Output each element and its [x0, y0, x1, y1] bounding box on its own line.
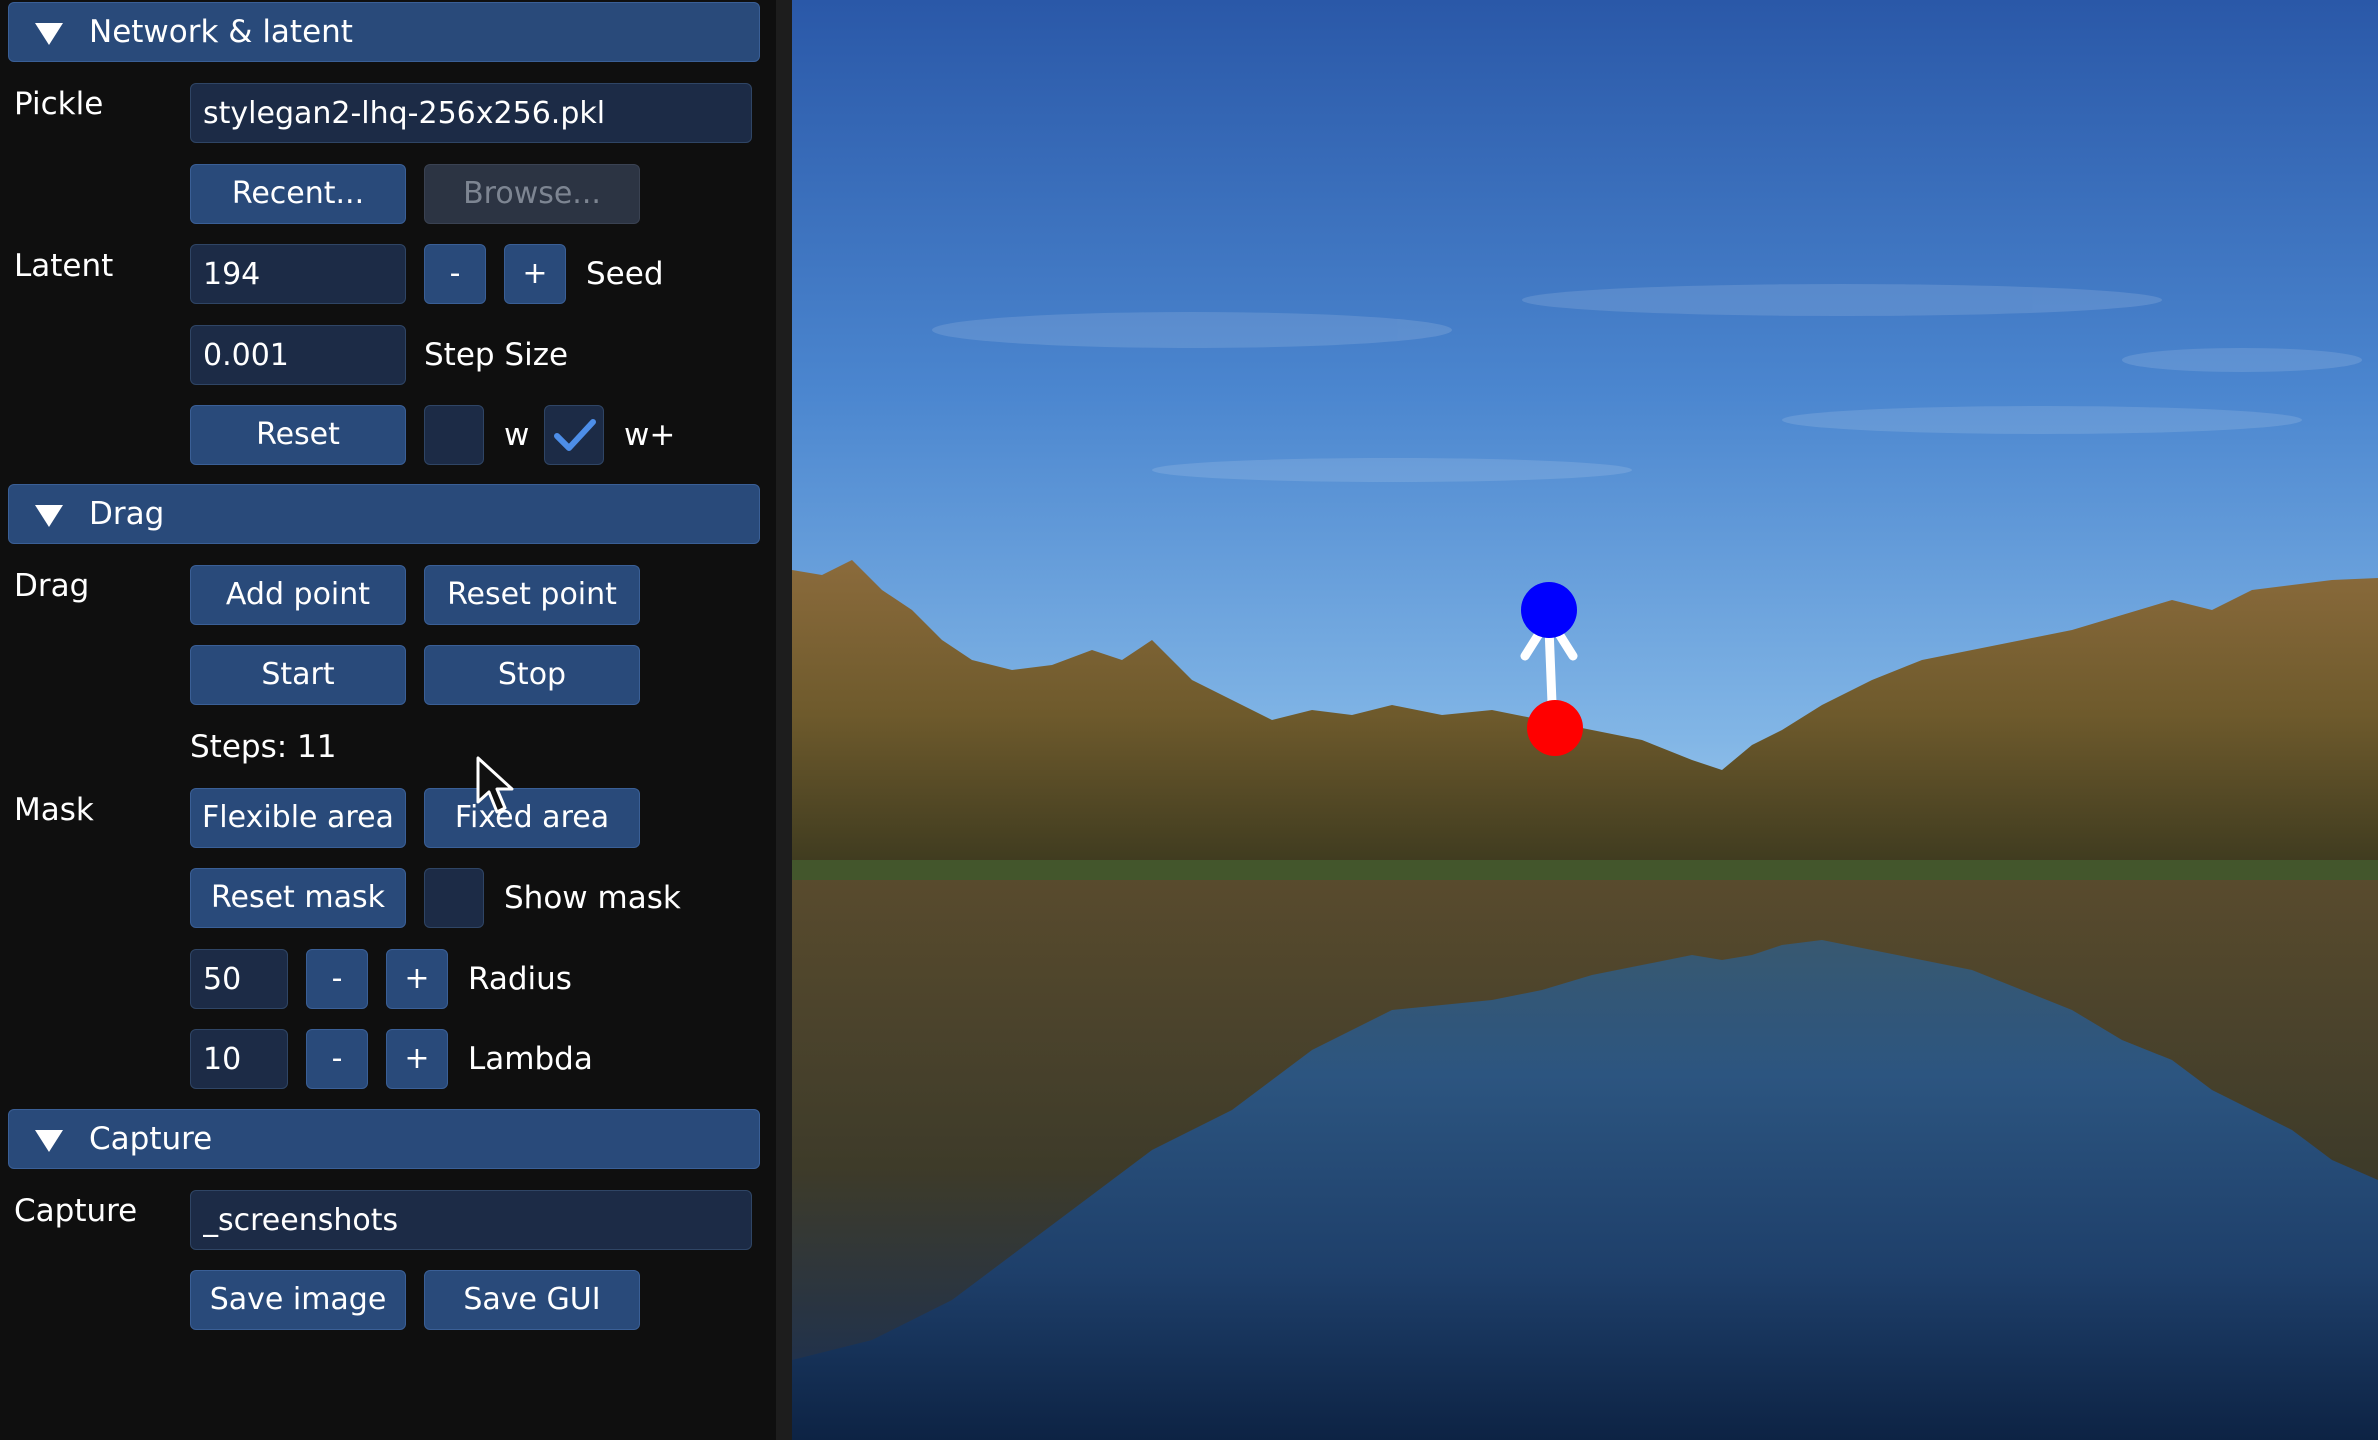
collapse-triangle-icon	[35, 505, 63, 527]
fixed-area-button[interactable]: Fixed area	[424, 788, 640, 848]
reset-latent-button[interactable]: Reset	[190, 405, 406, 465]
checkmark-icon	[554, 419, 596, 451]
image-viewport[interactable]	[792, 0, 2378, 1440]
lambda-label: Lambda	[468, 1041, 593, 1077]
radius-label: Radius	[468, 961, 572, 997]
pickle-label: Pickle	[14, 86, 104, 122]
app-window: Network & latent Pickle Recent... Browse…	[0, 0, 2378, 1440]
network-latent-header-label: Network & latent	[89, 14, 353, 50]
lambda-decrement-button[interactable]: -	[306, 1029, 368, 1089]
capture-path-input[interactable]	[190, 1190, 752, 1250]
w-checkbox[interactable]	[424, 405, 484, 465]
handle-point[interactable]	[1527, 700, 1583, 756]
step-size-input[interactable]	[190, 325, 406, 385]
step-size-label: Step Size	[424, 337, 569, 373]
capture-section-header[interactable]: Capture	[8, 1109, 760, 1169]
start-button[interactable]: Start	[190, 645, 406, 705]
add-point-button[interactable]: Add point	[190, 565, 406, 625]
w-label: w	[504, 417, 530, 453]
w-plus-checkbox[interactable]	[544, 405, 604, 465]
flexible-area-button[interactable]: Flexible area	[190, 788, 406, 848]
collapse-triangle-icon	[35, 1130, 63, 1152]
seed-label: Seed	[586, 256, 664, 292]
steps-counter: Steps: 11	[190, 729, 337, 765]
browse-button[interactable]: Browse...	[424, 164, 640, 224]
drag-label: Drag	[14, 568, 90, 604]
drag-section-header[interactable]: Drag	[8, 484, 760, 544]
reset-point-button[interactable]: Reset point	[424, 565, 640, 625]
generated-image	[792, 0, 2378, 1440]
network-latent-section-header[interactable]: Network & latent	[8, 2, 760, 62]
mouse-cursor-icon	[476, 756, 514, 814]
shoreline	[792, 860, 2378, 882]
latent-label: Latent	[14, 248, 114, 284]
save-image-button[interactable]: Save image	[190, 1270, 406, 1330]
radius-input[interactable]	[190, 949, 288, 1009]
seed-input[interactable]	[190, 244, 406, 304]
show-mask-label: Show mask	[504, 880, 681, 916]
recent-button[interactable]: Recent...	[190, 164, 406, 224]
seed-increment-button[interactable]: +	[504, 244, 566, 304]
control-panel: Network & latent Pickle Recent... Browse…	[0, 0, 776, 1440]
capture-label: Capture	[14, 1193, 138, 1229]
show-mask-checkbox[interactable]	[424, 868, 484, 928]
radius-decrement-button[interactable]: -	[306, 949, 368, 1009]
lambda-input[interactable]	[190, 1029, 288, 1089]
lambda-increment-button[interactable]: +	[386, 1029, 448, 1089]
w-plus-label: w+	[624, 417, 676, 453]
reset-mask-button[interactable]: Reset mask	[190, 868, 406, 928]
seed-decrement-button[interactable]: -	[424, 244, 486, 304]
stop-button[interactable]: Stop	[424, 645, 640, 705]
collapse-triangle-icon	[35, 23, 63, 45]
panel-divider[interactable]	[776, 0, 792, 1440]
target-point[interactable]	[1521, 582, 1577, 638]
pickle-path-input[interactable]	[190, 83, 752, 143]
mask-label: Mask	[14, 792, 94, 828]
save-gui-button[interactable]: Save GUI	[424, 1270, 640, 1330]
radius-increment-button[interactable]: +	[386, 949, 448, 1009]
drag-header-label: Drag	[89, 496, 165, 532]
capture-header-label: Capture	[89, 1121, 213, 1157]
